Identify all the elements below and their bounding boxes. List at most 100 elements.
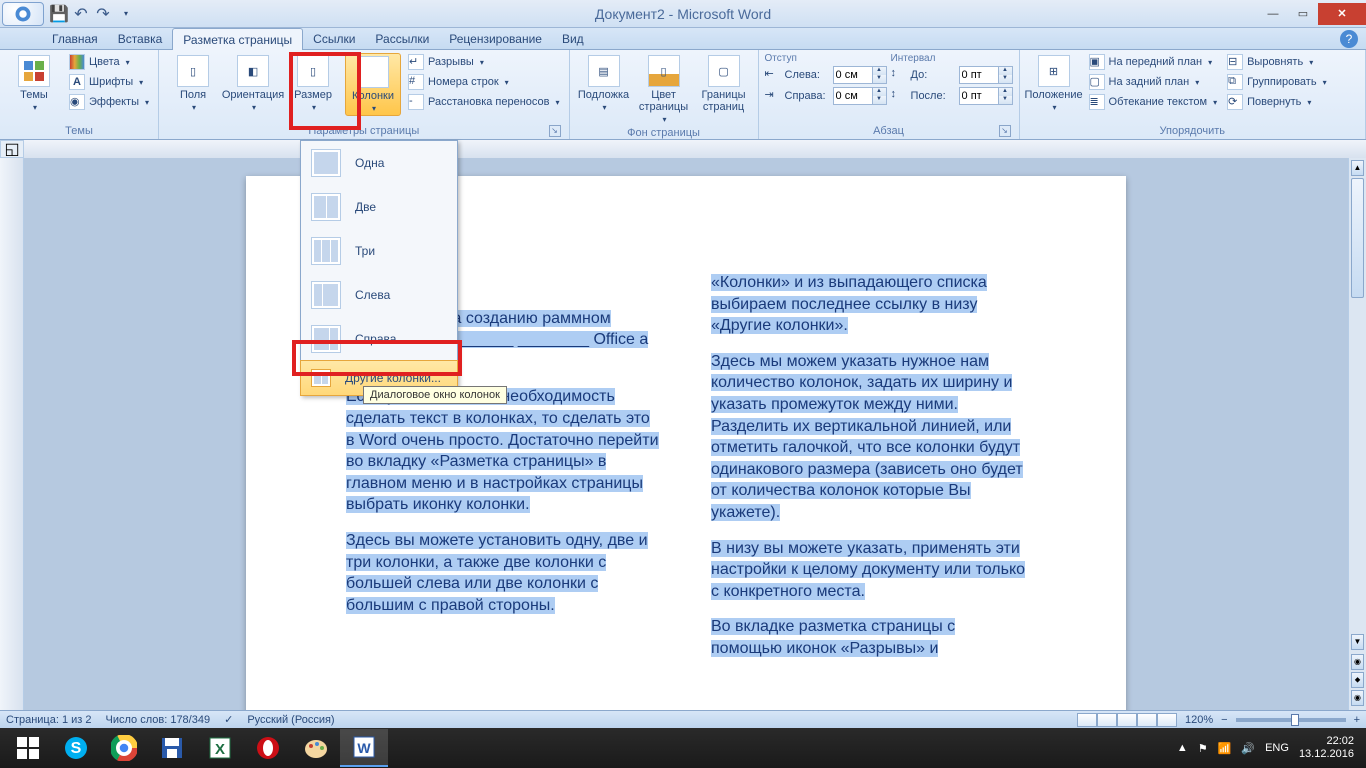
tray-volume-icon[interactable]: 🔊 [1241,742,1255,755]
tray-clock[interactable]: 22:02 13.12.2016 [1299,735,1354,761]
status-proofing-icon[interactable]: ✓ [224,713,233,726]
spacing-after-spinner[interactable]: ▲▼ [959,87,1013,105]
status-page[interactable]: Страница: 1 из 2 [6,714,92,726]
scroll-up-arrow[interactable]: ▲ [1351,160,1364,176]
taskbar-word[interactable]: W [340,729,388,767]
themes-button[interactable]: Темы [6,53,62,114]
spacing-before-spinner[interactable]: ▲▼ [959,66,1013,84]
breaks-button[interactable]: ↵Разрывы [405,53,563,71]
theme-colors-button[interactable]: Цвета [66,53,152,71]
next-page-button[interactable]: ◉ [1351,690,1364,706]
view-print-layout[interactable] [1077,713,1097,727]
columns-option-right[interactable]: Справа [301,317,457,361]
office-button[interactable] [2,2,44,26]
taskbar-chrome[interactable] [100,729,148,767]
rotate-button[interactable]: ⟳Повернуть [1224,93,1330,111]
tab-review[interactable]: Рецензирование [439,28,552,49]
view-buttons [1077,713,1177,727]
vertical-ruler[interactable] [0,158,24,710]
taskbar-paint[interactable] [292,729,340,767]
hyphenation-button[interactable]: -Расстановка переносов [405,93,563,111]
tab-insert[interactable]: Вставка [108,28,173,49]
zoom-in-button[interactable]: + [1354,714,1360,726]
text-wrap-button[interactable]: ≣Обтекание текстом [1086,93,1221,111]
page-borders-button[interactable]: ▢Границы страниц [696,53,752,115]
help-icon[interactable]: ? [1340,30,1358,48]
start-button[interactable] [4,729,52,767]
tray-network-icon[interactable]: 📶 [1218,742,1232,755]
indent-left-spinner[interactable]: ▲▼ [833,66,887,84]
send-back-button[interactable]: ▢На задний план [1086,73,1221,91]
taskbar-opera[interactable] [244,729,292,767]
size-button[interactable]: ▯Размер [285,53,341,114]
watermark-button[interactable]: ▤Подложка [576,53,632,114]
tab-home[interactable]: Главная [42,28,108,49]
theme-fonts-button[interactable]: AШрифты [66,73,152,91]
page-setup-dialog-launcher[interactable]: ↘ [549,125,561,137]
taskbar-excel[interactable]: X [196,729,244,767]
minimize-button[interactable]: — [1258,3,1288,25]
align-button[interactable]: ⊟Выровнять [1224,53,1330,71]
tray-up-icon[interactable]: ▲ [1177,742,1188,754]
themes-icon [18,55,50,87]
indent-right-spinner[interactable]: ▲▼ [833,87,887,105]
margins-button[interactable]: ▯Поля [165,53,221,114]
save-icon[interactable]: 💾 [50,5,68,23]
taskbar-save[interactable] [148,729,196,767]
columns-option-two[interactable]: Две [301,185,457,229]
columns-option-left[interactable]: Слева [301,273,457,317]
spacing-before-icon: ↕ [891,67,907,83]
maximize-button[interactable]: ▭ [1288,3,1318,25]
status-language[interactable]: Русский (Россия) [247,714,334,726]
view-outline[interactable] [1137,713,1157,727]
browse-object-button[interactable]: ⬥ [1351,672,1364,688]
group-page-background: ▤Подложка ▯Цвет страницы ▢Границы страни… [570,50,759,139]
spacing-title: Интервал [891,53,1013,64]
tab-view[interactable]: Вид [552,28,594,49]
paragraph-dialog-launcher[interactable]: ↘ [999,125,1011,137]
line-numbers-button[interactable]: #Номера строк [405,73,563,91]
taskbar-skype[interactable]: S [52,729,100,767]
columns-option-three[interactable]: Три [301,229,457,273]
horizontal-ruler[interactable]: ◱ [0,140,1366,158]
zoom-level[interactable]: 120% [1185,714,1213,726]
tray-lang[interactable]: ENG [1265,742,1289,754]
columns-dropdown-menu: Одна Две Три Слева Справа Другие колонки… [300,140,458,396]
status-bar: Страница: 1 из 2 Число слов: 178/349 ✓ Р… [0,710,1366,728]
system-tray: ▲ ⚑ 📶 🔊 ENG 22:02 13.12.2016 [1177,735,1362,761]
svg-text:S: S [71,740,82,757]
bring-front-button[interactable]: ▣На передний план [1086,53,1221,71]
tab-page-layout[interactable]: Разметка страницы [172,28,303,50]
columns-button[interactable]: Колонки [345,53,401,116]
document-scroll[interactable]: олбцы в Ворде ема посвящена созданию рам… [24,158,1348,710]
ribbon: Темы Цвета AШрифты ◉Эффекты Темы ▯Поля ◧… [0,50,1366,140]
group-icon: ⧉ [1227,74,1243,90]
zoom-slider[interactable] [1236,718,1346,722]
status-words[interactable]: Число слов: 178/349 [106,714,211,726]
group-themes: Темы Цвета AШрифты ◉Эффекты Темы [0,50,159,139]
qat-customize-icon[interactable] [116,5,134,23]
vertical-scrollbar[interactable]: ▲ ▼ ◉ ⬥ ◉ [1348,158,1366,710]
redo-icon[interactable]: ↷ [94,5,112,23]
group-button[interactable]: ⧉Группировать [1224,73,1330,91]
tab-references[interactable]: Ссылки [303,28,365,49]
view-full-screen[interactable] [1097,713,1117,727]
document-area: олбцы в Ворде ема посвящена созданию рам… [0,158,1366,710]
close-button[interactable]: ✕ [1318,3,1366,25]
view-draft[interactable] [1157,713,1177,727]
view-web-layout[interactable] [1117,713,1137,727]
zoom-out-button[interactable]: − [1221,714,1227,726]
orientation-button[interactable]: ◧Ориентация [225,53,281,114]
scroll-thumb[interactable] [1351,178,1364,298]
scroll-down-arrow[interactable]: ▼ [1351,634,1364,650]
prev-page-button[interactable]: ◉ [1351,654,1364,670]
group-arrange: ⊞Положение ▣На передний план ▢На задний … [1020,50,1366,139]
tray-flag-icon[interactable]: ⚑ [1198,742,1208,755]
tab-mailings[interactable]: Рассылки [365,28,439,49]
ruler-corner[interactable]: ◱ [0,140,24,158]
columns-option-one[interactable]: Одна [301,141,457,185]
page-color-button[interactable]: ▯Цвет страницы [636,53,692,126]
position-button[interactable]: ⊞Положение [1026,53,1082,114]
theme-effects-button[interactable]: ◉Эффекты [66,93,152,111]
undo-icon[interactable]: ↶ [72,5,90,23]
